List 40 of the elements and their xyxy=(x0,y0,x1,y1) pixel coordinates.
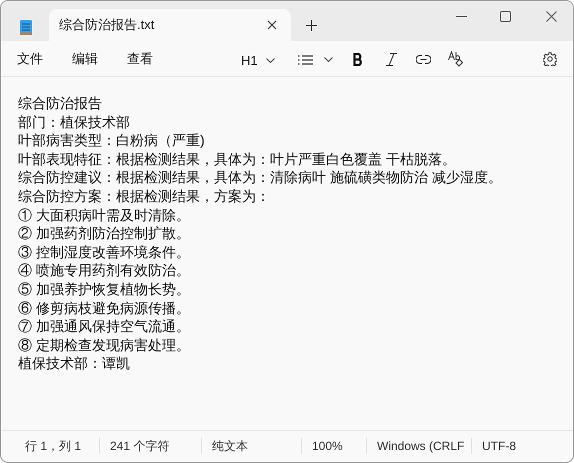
document-tab[interactable]: 综合防治报告.txt xyxy=(49,9,291,41)
bold-icon[interactable] xyxy=(353,53,363,66)
status-text: 行 1，列 1 xyxy=(25,438,82,454)
text-line: ⑦ 加强通风保持空气流通。 xyxy=(18,317,190,336)
status-text: UTF-8 xyxy=(482,438,516,454)
notepad-icon xyxy=(19,19,33,36)
close-icon[interactable] xyxy=(546,11,557,22)
list-icon[interactable] xyxy=(298,55,313,65)
text-line: ② 加强药剂防治控制扩散。 xyxy=(18,224,190,243)
text-line: 叶部病害类型：白粉病（严重) xyxy=(18,131,205,150)
menu-item[interactable]: 查看 xyxy=(126,48,154,68)
menu-item[interactable]: 编辑 xyxy=(71,48,99,68)
text-line: ③ 控制湿度改善环境条件。 xyxy=(18,242,190,262)
text-line: ⑤ 加强养护恢复植物长势。 xyxy=(18,280,190,299)
link-icon[interactable] xyxy=(416,55,431,64)
tab-title: 综合防治报告.txt xyxy=(59,16,154,34)
new-tab-icon[interactable] xyxy=(306,20,317,31)
settings-icon[interactable] xyxy=(543,52,557,66)
status-text: 241 个字符 xyxy=(110,438,170,454)
menu-item[interactable]: 文件 xyxy=(16,48,44,68)
text-line: 综合防控方案：根据检测结果，方案为： xyxy=(18,186,270,206)
text-line: 部门：植保技术部 xyxy=(18,112,130,132)
spellcheck-icon[interactable] xyxy=(448,51,463,67)
text-line: 植保技术部：谭凯 xyxy=(18,354,130,373)
text-line: ⑧ 定期检查发现病害处理。 xyxy=(18,336,190,354)
text-line: ⑥ 修剪病枝避免病源传播。 xyxy=(18,298,190,318)
maximize-icon[interactable] xyxy=(500,11,511,22)
caret-icon[interactable] xyxy=(266,58,275,64)
status-text: 100% xyxy=(312,438,343,454)
status-text: 纯文本 xyxy=(212,438,248,454)
italic-icon[interactable] xyxy=(386,53,397,66)
text-line: ④ 喷施专用药剂有效防治。 xyxy=(18,261,190,280)
status-text: Windows (CRLF xyxy=(377,438,464,454)
close-tab-icon[interactable] xyxy=(267,20,277,30)
text-line: 叶部表现特征：根据检测结果，具体为：叶片严重白色覆盖 干枯脱落。 xyxy=(18,150,456,168)
caret-icon[interactable] xyxy=(324,57,333,62)
text-line: ① 大面积病叶需及时清除。 xyxy=(18,206,190,224)
text-line: 综合防控建议：根据检测结果，具体为：清除病叶 施硫磺类物防治 减少湿度。 xyxy=(18,168,502,187)
heading-dropdown[interactable]: H1 xyxy=(241,51,258,70)
text-line: 综合防治报告 xyxy=(18,94,102,113)
